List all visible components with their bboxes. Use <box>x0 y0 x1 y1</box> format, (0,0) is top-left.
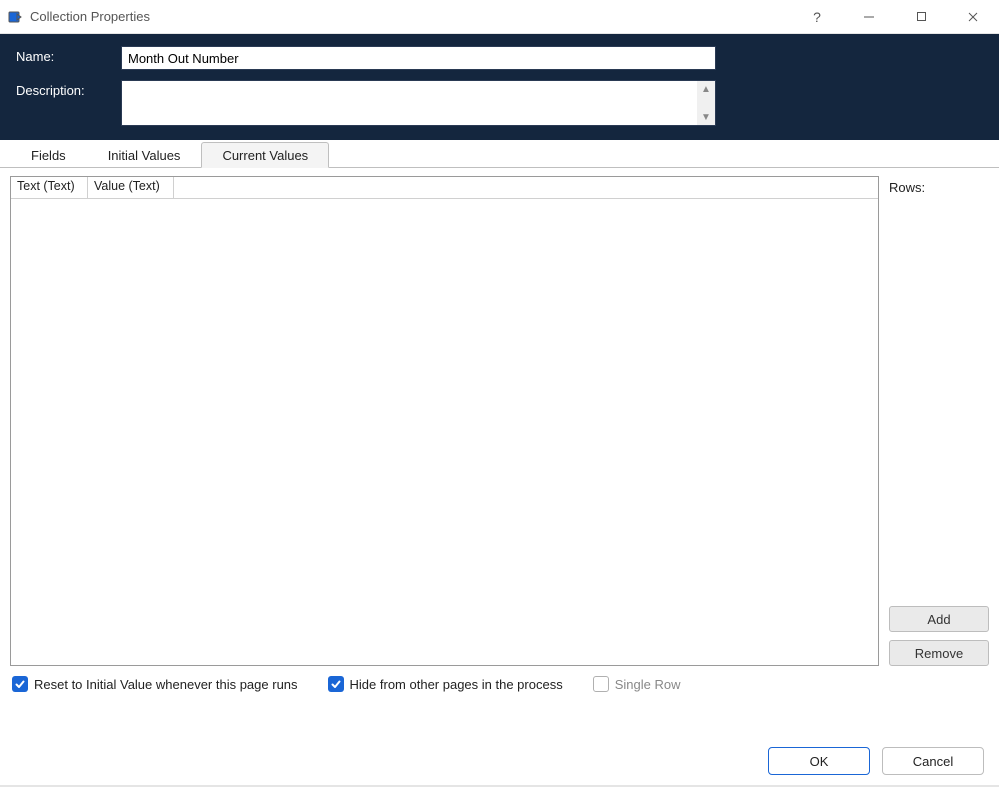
scroll-up-icon[interactable]: ▲ <box>697 81 715 97</box>
side-panel: Rows: Add Remove <box>889 176 989 666</box>
data-grid[interactable]: Text (Text) Value (Text) <box>10 176 879 666</box>
options-row: Reset to Initial Value whenever this pag… <box>0 666 999 692</box>
tabstrip: Fields Initial Values Current Values <box>0 140 999 168</box>
checkbox-checked-icon <box>12 676 28 692</box>
help-button[interactable]: ? <box>791 0 843 33</box>
hide-checkbox-label: Hide from other pages in the process <box>350 677 563 692</box>
description-scrollbar[interactable]: ▲ ▼ <box>697 81 715 125</box>
rows-label: Rows: <box>889 180 989 195</box>
name-label: Name: <box>16 46 121 64</box>
cancel-button[interactable]: Cancel <box>882 747 984 775</box>
app-icon <box>8 10 22 24</box>
scroll-down-icon[interactable]: ▼ <box>697 109 715 125</box>
maximize-button[interactable] <box>895 0 947 33</box>
ok-button[interactable]: OK <box>768 747 870 775</box>
add-button[interactable]: Add <box>889 606 989 632</box>
close-button[interactable] <box>947 0 999 33</box>
titlebar: Collection Properties ? <box>0 0 999 34</box>
checkbox-unchecked-icon <box>593 676 609 692</box>
reset-checkbox-label: Reset to Initial Value whenever this pag… <box>34 677 298 692</box>
grid-column-text[interactable]: Text (Text) <box>11 177 88 198</box>
single-row-checkbox: Single Row <box>593 676 681 692</box>
minimize-button[interactable] <box>843 0 895 33</box>
name-input[interactable] <box>121 46 716 70</box>
dialog-footer: OK Cancel <box>768 747 984 775</box>
window-title: Collection Properties <box>30 9 150 24</box>
description-input[interactable] <box>122 81 697 125</box>
checkbox-checked-icon <box>328 676 344 692</box>
hide-checkbox[interactable]: Hide from other pages in the process <box>328 676 563 692</box>
remove-button[interactable]: Remove <box>889 640 989 666</box>
grid-header: Text (Text) Value (Text) <box>11 177 878 199</box>
content-area: Text (Text) Value (Text) Rows: Add Remov… <box>0 168 999 666</box>
window-controls: ? <box>791 0 999 33</box>
properties-header: Name: Description: ▲ ▼ <box>0 34 999 140</box>
tab-initial-values[interactable]: Initial Values <box>87 142 202 167</box>
reset-checkbox[interactable]: Reset to Initial Value whenever this pag… <box>12 676 298 692</box>
tab-fields[interactable]: Fields <box>10 142 87 167</box>
description-wrap: ▲ ▼ <box>121 80 716 126</box>
single-row-checkbox-label: Single Row <box>615 677 681 692</box>
grid-column-value[interactable]: Value (Text) <box>88 177 174 198</box>
tab-current-values[interactable]: Current Values <box>201 142 329 168</box>
description-label: Description: <box>16 80 121 98</box>
